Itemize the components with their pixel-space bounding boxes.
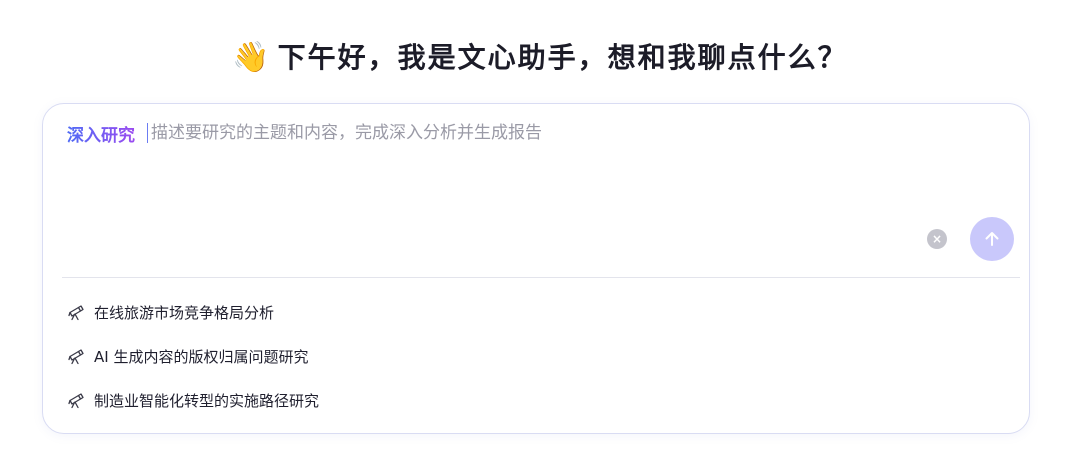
suggestion-item[interactable]: 在线旅游市场竞争格局分析 <box>67 300 319 324</box>
waving-hand-icon: 👋 <box>232 40 270 75</box>
suggestion-item[interactable]: AI 生成内容的版权归属问题研究 <box>67 344 319 368</box>
arrow-up-icon <box>985 232 999 246</box>
telescope-icon <box>67 303 85 321</box>
greeting-title: 下午好，我是文心助手，想和我聊点什么？ <box>277 41 848 74</box>
composer-card: 深入研究 × 在线旅游市场竞争格局分析 <box>42 103 1030 434</box>
suggestion-label: 在线旅游市场竞争格局分析 <box>94 303 275 322</box>
clear-button[interactable]: × <box>927 229 947 249</box>
text-caret <box>147 123 148 143</box>
telescope-icon <box>67 391 85 409</box>
composer-input-row: 深入研究 <box>67 121 1005 146</box>
suggestion-label: AI 生成内容的版权归属问题研究 <box>94 347 309 366</box>
suggestion-label: 制造业智能化转型的实施路径研究 <box>94 391 320 410</box>
suggestion-list: 在线旅游市场竞争格局分析 AI 生成内容的版权归属问题研究 制造业智能化转型的实… <box>67 300 319 432</box>
prompt-input[interactable] <box>151 123 1005 143</box>
telescope-icon <box>67 347 85 365</box>
suggestion-item[interactable]: 制造业智能化转型的实施路径研究 <box>67 388 319 412</box>
send-button[interactable] <box>970 217 1014 261</box>
close-circle-icon: × <box>931 232 943 246</box>
greeting-header: 👋 下午好，我是文心助手，想和我聊点什么？ <box>0 38 1080 78</box>
composer-divider <box>62 277 1020 278</box>
deep-research-mode-tag[interactable]: 深入研究 <box>67 121 135 146</box>
